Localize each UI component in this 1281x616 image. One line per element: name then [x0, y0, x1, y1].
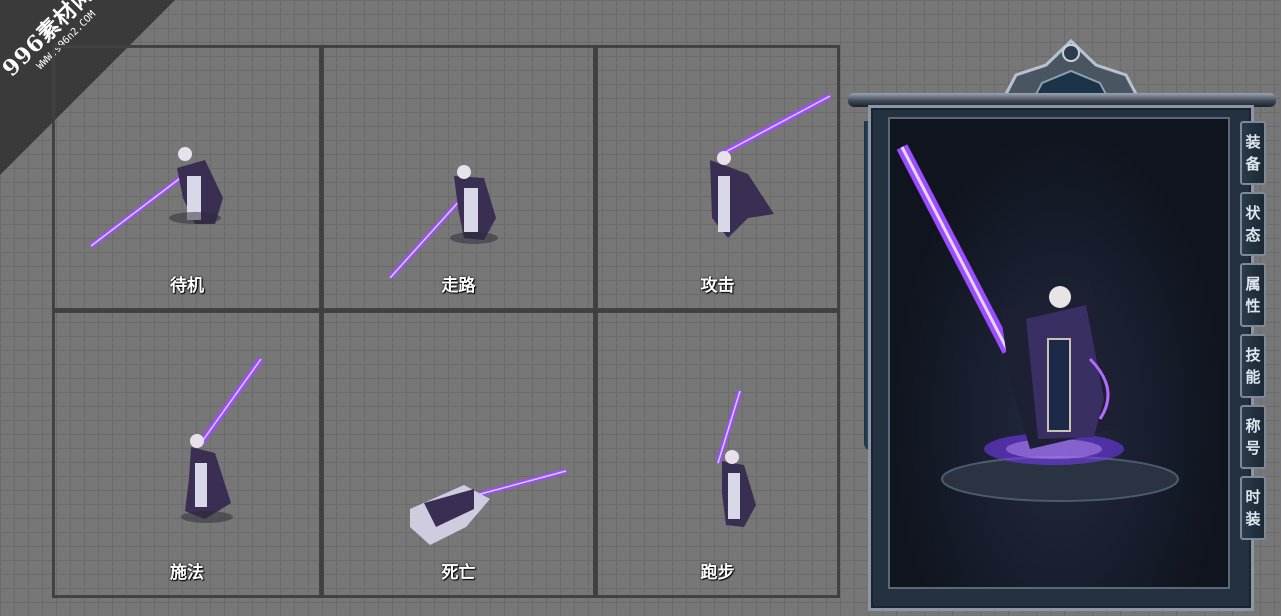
- character-sprite-death: [410, 468, 567, 545]
- tab-char: 能: [1245, 368, 1261, 386]
- action-cell-attack[interactable]: 攻击: [597, 47, 838, 309]
- tab-attributes[interactable]: 属性: [1240, 263, 1266, 327]
- tab-char: 装: [1245, 510, 1261, 528]
- character-sprite-walk: [388, 165, 498, 278]
- character-preview-panel: 装备 状态 属性 技能 称号 时装: [848, 35, 1276, 611]
- character-model: [896, 144, 1179, 502]
- action-label: 待机: [170, 276, 204, 296]
- action-cell-death[interactable]: 死亡: [323, 312, 594, 596]
- tab-char: 时: [1245, 488, 1261, 506]
- character-sprite-idle: [89, 147, 223, 248]
- tab-equipment[interactable]: 装备: [1240, 121, 1266, 185]
- preview-tabs: 装备 状态 属性 技能 称号 时装: [1240, 121, 1268, 547]
- tab-char: 属: [1245, 275, 1261, 293]
- character-sprite-run: [715, 390, 756, 527]
- tab-skills[interactable]: 技能: [1240, 334, 1266, 398]
- tab-char: 装: [1245, 133, 1261, 151]
- tab-char: 号: [1245, 439, 1261, 457]
- character-sprite-attack: [710, 93, 832, 238]
- action-cell-idle[interactable]: 待机: [54, 47, 320, 309]
- action-label: 施法: [170, 563, 204, 583]
- tab-char: 技: [1245, 346, 1261, 364]
- tab-char: 备: [1245, 155, 1261, 173]
- tab-status[interactable]: 状态: [1240, 192, 1266, 256]
- tab-char: 性: [1245, 297, 1261, 315]
- action-label: 死亡: [441, 563, 476, 583]
- action-label: 跑步: [700, 563, 735, 583]
- tab-titles[interactable]: 称号: [1240, 405, 1266, 469]
- action-cell-cast[interactable]: 施法: [54, 312, 320, 596]
- tab-fashion[interactable]: 时装: [1240, 476, 1266, 540]
- action-label: 攻击: [700, 276, 735, 296]
- character-sprite-cast: [181, 357, 264, 523]
- action-cell-run[interactable]: 跑步: [597, 312, 838, 596]
- tab-char: 状: [1245, 204, 1261, 222]
- action-cell-walk[interactable]: 走路: [323, 47, 594, 309]
- action-label: 走路: [441, 276, 476, 296]
- tab-char: 态: [1245, 226, 1261, 244]
- tab-char: 称: [1245, 417, 1261, 435]
- character-viewport: [888, 117, 1230, 589]
- action-grid: 待机 走路 攻击 施法 死亡 跑步: [52, 45, 840, 598]
